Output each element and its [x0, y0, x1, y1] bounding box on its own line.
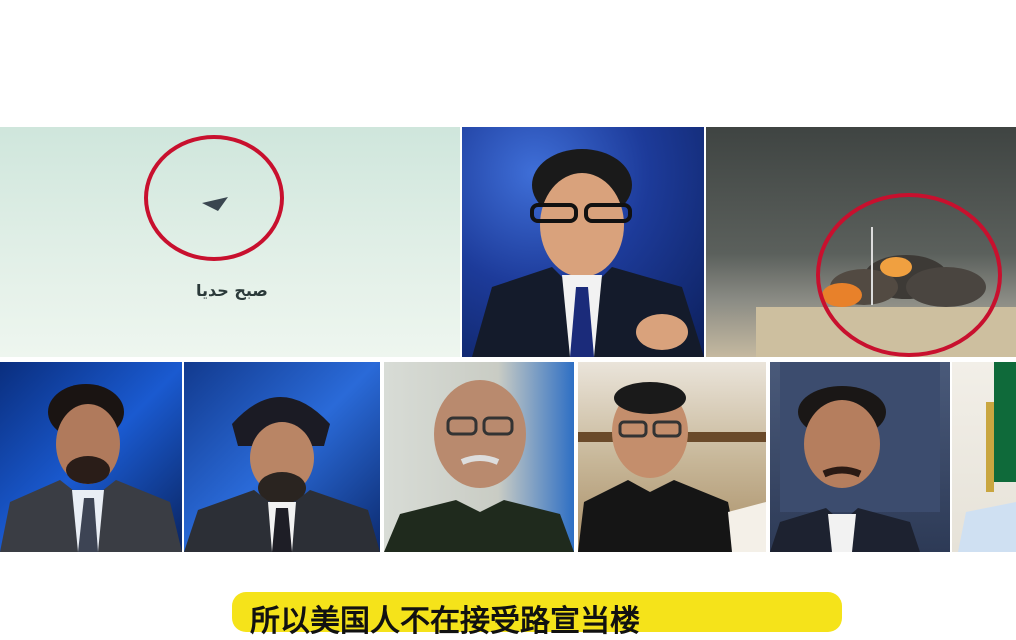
panelist-tile-1 — [0, 362, 182, 552]
anchor-tile — [462, 127, 704, 357]
panelist-figure — [770, 362, 940, 552]
flag-icon — [958, 362, 1016, 552]
panelist-tile-3 — [384, 362, 574, 552]
panelist-tile-6 — [952, 362, 1016, 552]
anchor-figure — [472, 149, 704, 357]
caption-text: 所以美国人不在接受路宣当楼 — [250, 604, 640, 639]
video-overlay-text: ﺻﺒﺢ ﺣﺪﻳﺎ — [196, 281, 268, 300]
panelist-figure — [384, 380, 574, 552]
panelist-tile-4 — [578, 362, 766, 552]
panelist-figure — [184, 397, 380, 552]
video-explosion-tile — [706, 127, 1016, 357]
aircraft-icon — [202, 197, 228, 211]
panelist-tile-2 — [184, 362, 380, 552]
video-aircraft-tile: ﺻﺒﺢ ﺣﺪﻳﺎ — [0, 127, 460, 357]
panelist-tile-5 — [770, 362, 950, 552]
highlight-circle — [816, 193, 1002, 357]
panelist-figure — [578, 382, 766, 552]
panelist-figure — [0, 384, 182, 552]
